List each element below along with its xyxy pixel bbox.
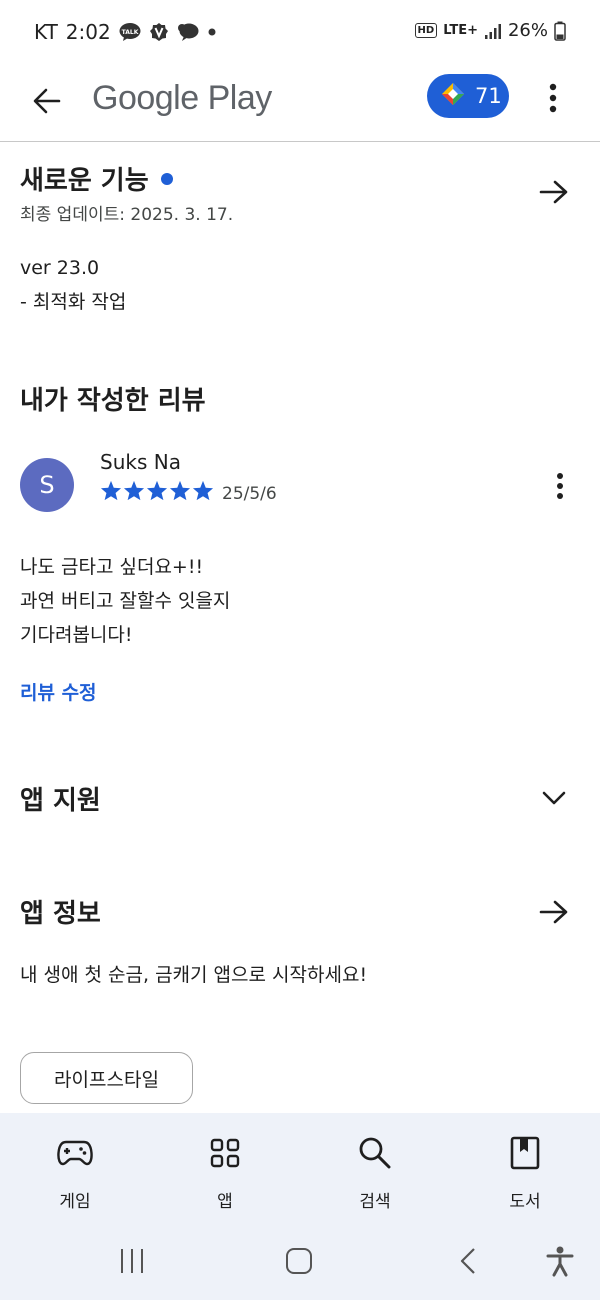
edit-review-link[interactable]: 리뷰 수정 bbox=[20, 678, 97, 705]
accessibility-icon bbox=[546, 1246, 574, 1277]
recents-icon bbox=[121, 1249, 143, 1273]
avatar: S bbox=[20, 458, 74, 512]
nav-item-books[interactable]: 도서 bbox=[450, 1113, 600, 1223]
app-support-title[interactable]: 앱 지원 bbox=[20, 780, 101, 817]
more-options-button[interactable] bbox=[536, 76, 570, 120]
play-points-icon bbox=[441, 82, 465, 110]
star-icon bbox=[192, 480, 214, 501]
play-points-count: 71 bbox=[475, 84, 502, 108]
clock: 2:02 bbox=[65, 20, 111, 44]
review-line-2: 과연 버티고 잘할수 잇을지 bbox=[20, 590, 231, 612]
network-label: LTE+ bbox=[443, 22, 478, 38]
nav-label-books: 도서 bbox=[509, 1192, 541, 1212]
accessibility-button[interactable] bbox=[538, 1239, 582, 1283]
battery-percent: 26% bbox=[507, 20, 548, 41]
gamepad-icon bbox=[55, 1133, 95, 1173]
more-vert-icon bbox=[557, 473, 563, 499]
home-icon bbox=[286, 1248, 312, 1274]
nav-item-games[interactable]: 게임 bbox=[0, 1113, 150, 1223]
version-text: ver 23.0 bbox=[20, 257, 100, 279]
chat-bubble-icon bbox=[177, 22, 199, 42]
reviewer-name: Suks Na bbox=[100, 450, 181, 474]
app-support-expand-button[interactable] bbox=[532, 776, 576, 820]
whats-new-title[interactable]: 새로운 기능 bbox=[20, 160, 173, 197]
last-updated: 최종 업데이트: 2025. 3. 17. bbox=[20, 205, 234, 225]
review-line-1: 나도 금타고 싶더요+!! bbox=[20, 556, 204, 578]
talk-icon: TALK bbox=[119, 22, 141, 42]
arrow-forward-icon bbox=[539, 180, 568, 204]
star-icon bbox=[100, 480, 122, 501]
app-title: Google Play bbox=[92, 79, 272, 117]
signal-icon bbox=[484, 22, 502, 40]
nav-item-apps[interactable]: 앱 bbox=[150, 1113, 300, 1223]
recents-button[interactable] bbox=[110, 1239, 154, 1283]
back-button[interactable] bbox=[22, 76, 72, 126]
star-icon bbox=[169, 480, 191, 501]
review-line-3: 기다려봅니다! bbox=[20, 624, 133, 646]
review-more-button[interactable] bbox=[544, 466, 576, 506]
more-vert-icon bbox=[549, 83, 557, 113]
my-review-title: 내가 작성한 리뷰 bbox=[20, 386, 206, 416]
app-info-arrow-button[interactable] bbox=[532, 890, 576, 934]
carrier-label: KT bbox=[34, 20, 58, 44]
app-info-title[interactable]: 앱 정보 bbox=[20, 893, 101, 930]
v-icon bbox=[149, 22, 169, 42]
nav-label-games: 게임 bbox=[59, 1192, 91, 1212]
battery-icon bbox=[554, 21, 566, 41]
status-bar: KT 2:02 TALK HD LTE+ 26% bbox=[0, 0, 600, 62]
app-bar: Google Play 71 bbox=[0, 62, 600, 142]
arrow-back-icon bbox=[33, 88, 61, 114]
hd-badge: HD bbox=[414, 23, 438, 38]
category-chip[interactable]: 라이프스타일 bbox=[20, 1052, 193, 1104]
whats-new-title-text: 새로운 기능 bbox=[20, 166, 149, 196]
review-date: 25/5/6 bbox=[222, 484, 277, 504]
system-navigation-bar bbox=[0, 1223, 600, 1300]
new-indicator-dot bbox=[160, 172, 173, 185]
star-icon bbox=[146, 480, 168, 501]
whats-new-arrow-button[interactable] bbox=[532, 170, 576, 214]
nav-item-search[interactable]: 검색 bbox=[300, 1113, 450, 1223]
nav-label-apps: 앱 bbox=[217, 1192, 233, 1212]
status-left: KT 2:02 TALK bbox=[34, 20, 217, 44]
star-rating bbox=[100, 480, 214, 501]
play-points-chip[interactable]: 71 bbox=[427, 74, 509, 118]
book-icon bbox=[505, 1133, 545, 1173]
dot-icon bbox=[207, 27, 217, 37]
nav-label-search: 검색 bbox=[359, 1192, 391, 1212]
chevron-down-icon bbox=[542, 791, 566, 805]
back-icon bbox=[460, 1248, 475, 1274]
apps-grid-icon bbox=[205, 1133, 245, 1173]
home-button[interactable] bbox=[277, 1239, 321, 1283]
update-note: - 최적화 작업 bbox=[20, 291, 127, 313]
search-icon bbox=[355, 1133, 395, 1173]
star-icon bbox=[123, 480, 145, 501]
arrow-forward-icon bbox=[539, 900, 568, 924]
svg-text:TALK: TALK bbox=[121, 29, 138, 36]
system-back-button[interactable] bbox=[446, 1239, 490, 1283]
bottom-navigation: 게임 앱 검색 도서 bbox=[0, 1113, 600, 1223]
app-description: 내 생애 첫 순금, 금캐기 앱으로 시작하세요! bbox=[20, 964, 368, 986]
status-right: HD LTE+ 26% bbox=[414, 20, 566, 41]
